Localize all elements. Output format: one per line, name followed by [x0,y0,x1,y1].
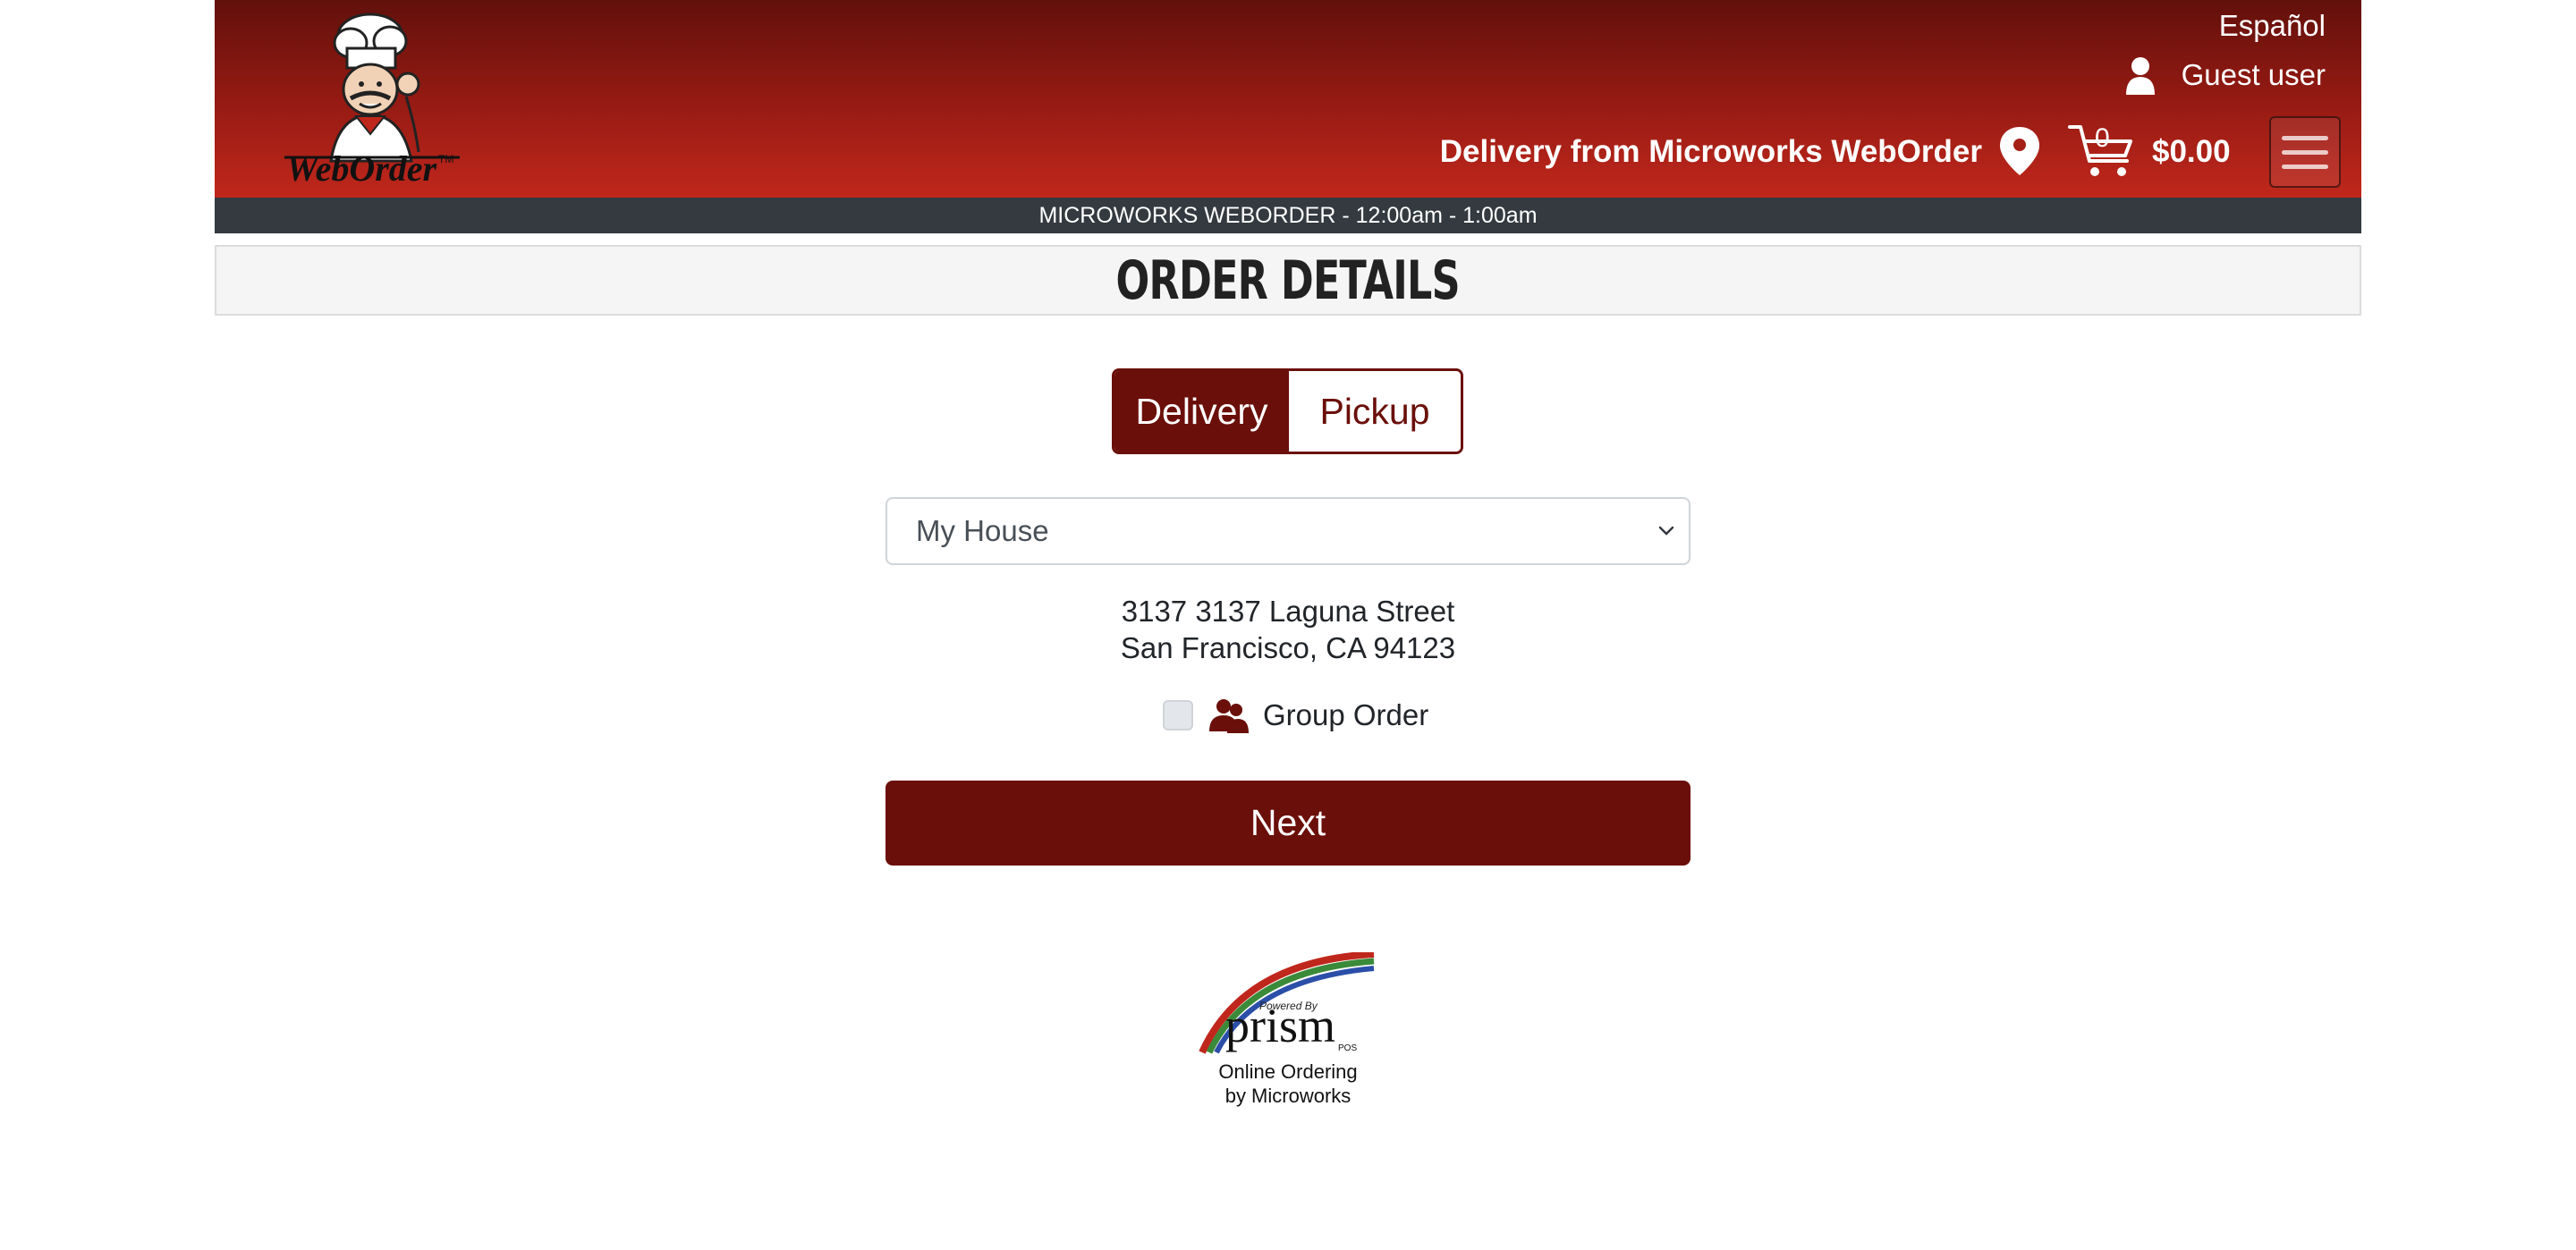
cart-total[interactable]: $0.00 [2152,134,2231,170]
user-menu[interactable]: Guest user [2124,55,2326,95]
group-order-label[interactable]: Group Order [1263,698,1428,732]
address-line-1: 3137 3137 Laguna Street [1121,595,1455,628]
svg-text:POS: POS [1338,1043,1357,1053]
address-select-value: My House [916,514,1049,547]
page-title: Order Details [1115,249,1461,312]
pickup-option-button[interactable]: Pickup [1289,371,1461,452]
hamburger-line [2282,135,2328,140]
map-pin-icon[interactable] [1998,125,2041,177]
store-hours-bar: MICROWORKS WEBORDER - 12:00am - 1:00am [215,198,2361,233]
logo-text: WebOrder [286,148,437,188]
footer-line-2: by Microworks [1224,1085,1352,1107]
language-link-espanol[interactable]: Español [2219,9,2326,43]
group-order-checkbox[interactable] [1163,700,1193,731]
weborder-logo[interactable]: WebOrder TM [284,9,460,188]
address-select[interactable]: My House [886,497,1690,565]
cart-count: 0 [2095,123,2110,153]
site-header: WebOrder TM Español Guest user Delivery … [215,0,2361,198]
svg-text:prism: prism [1225,999,1335,1052]
footer-line-1: Online Ordering [1218,1060,1358,1083]
page-wrapper: WebOrder TM Español Guest user Delivery … [215,0,2361,316]
chevron-down-icon [1658,526,1674,536]
next-button[interactable]: Next [886,781,1690,866]
delivery-option-button[interactable]: Delivery [1114,371,1289,452]
prism-pos-logo[interactable]: Powered By prism POS [1199,952,1377,1055]
order-type-toggle: Delivery Pickup [1112,368,1463,454]
page-title-bar: Order Details [215,245,2361,316]
delivery-info-label: Delivery from Microworks WebOrder [1439,134,1982,169]
hamburger-menu-button[interactable] [2269,116,2341,188]
delivery-info[interactable]: Delivery from Microworks WebOrder [1440,134,1982,170]
hamburger-line [2282,149,2328,155]
user-icon [2125,57,2155,95]
user-label: Guest user [2181,58,2326,91]
address-line-2: San Francisco, CA 94123 [1120,631,1456,664]
hamburger-line [2282,164,2328,169]
group-order-row: Group Order [1163,697,1428,733]
users-icon [1209,699,1249,733]
svg-text:TM: TM [438,153,453,165]
